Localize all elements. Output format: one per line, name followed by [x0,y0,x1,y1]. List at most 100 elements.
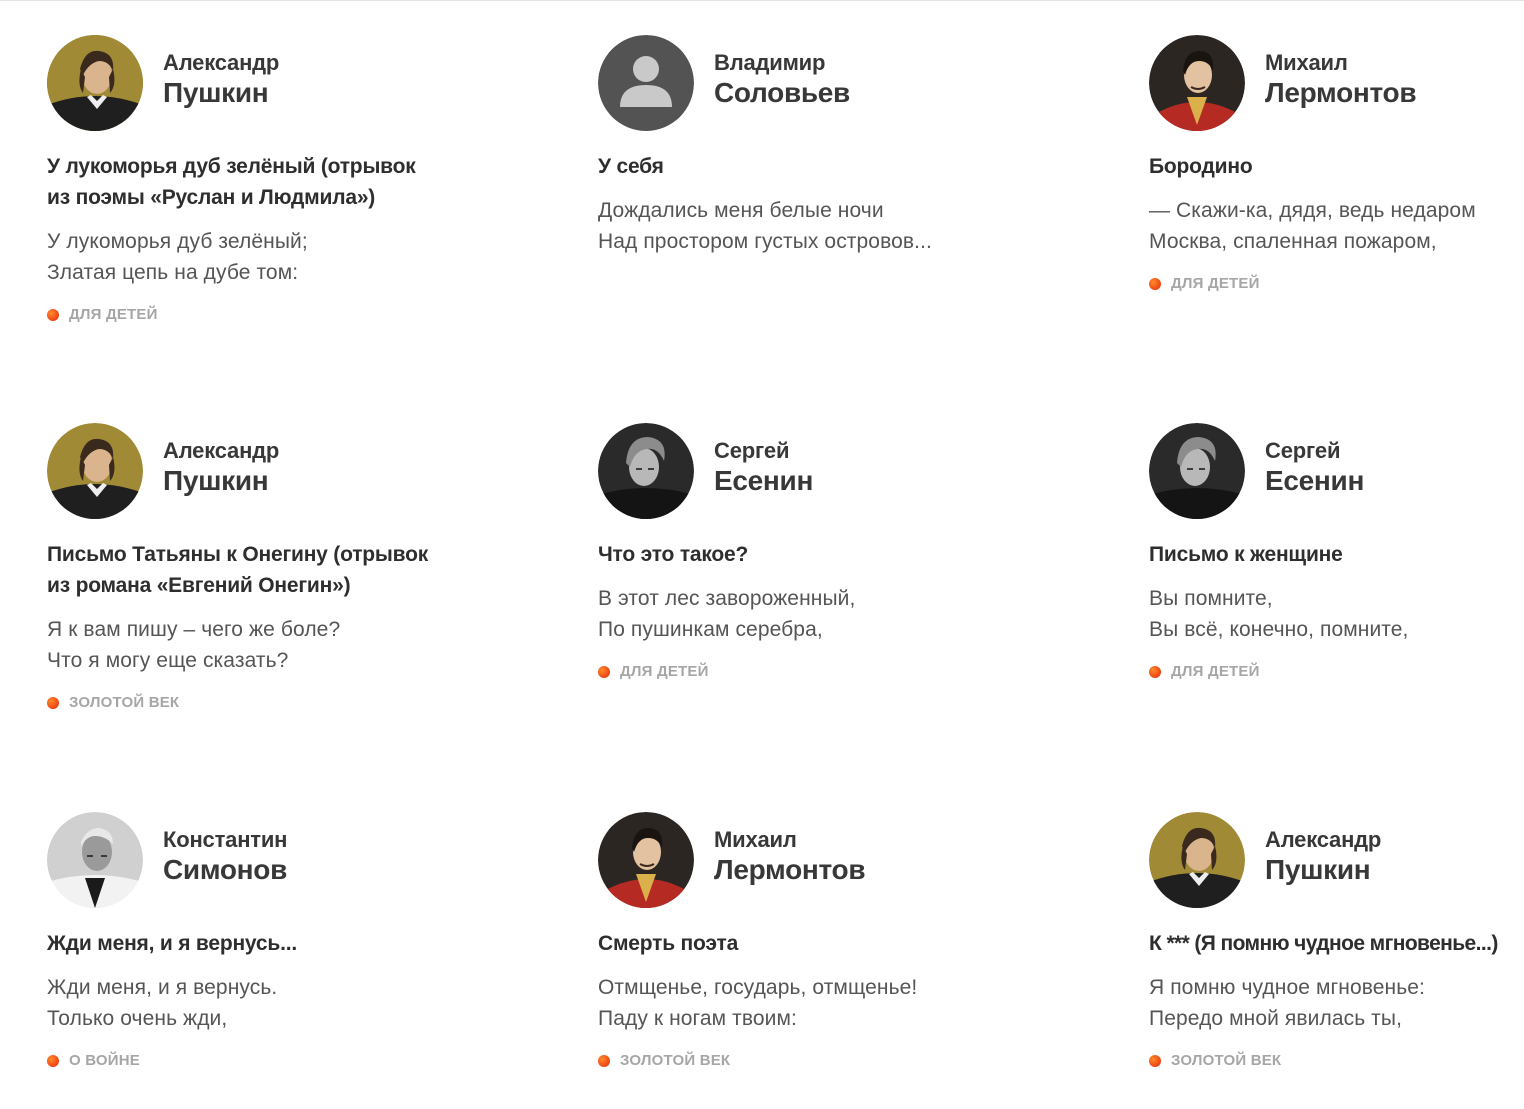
category-tag[interactable]: ДЛЯ ДЕТЕЙ [1149,275,1524,292]
author-first-name: Константин [163,827,288,852]
author-last-name: Соловьев [714,77,850,108]
poem-title[interactable]: Письмо Татьяны к Онегину (отрывок из ром… [47,539,447,601]
excerpt-line: Что я могу еще сказать? [47,649,289,672]
author-name[interactable]: Константин Симонов [163,827,287,887]
avatar-yesenin[interactable] [598,423,694,519]
poem-card: Сергей Есенин Что это такое? В этот лес … [598,423,998,680]
excerpt-line: Вы всё, конечно, помните, [1149,618,1409,641]
poem-title-line: Письмо Татьяны к Онегину (отрывок [47,543,429,566]
tag-label: ДЛЯ ДЕТЕЙ [1171,663,1260,680]
author-first-name: Сергей [1265,438,1341,463]
author-last-name: Симонов [163,854,288,885]
excerpt-line: — Скажи-ка, дядя, ведь недаром [1149,199,1476,222]
author-name[interactable]: Александр Пушкин [163,438,279,498]
poem-excerpt: В этот лес завороженный, По пушинкам сер… [598,583,998,645]
poem-title[interactable]: К *** (Я помню чудное мгновенье...) [1149,928,1521,959]
poem-title[interactable]: Что это такое? [598,539,998,570]
poem-card: Сергей Есенин Письмо к женщине Вы помнит… [1149,423,1524,680]
author-name[interactable]: Сергей Есенин [1265,438,1364,498]
poem-title[interactable]: Жди меня, и я вернусь... [47,928,447,959]
poem-card: Михаил Лермонтов Бородино — Скажи-ка, дя… [1149,35,1524,292]
avatar-pushkin[interactable] [47,423,143,519]
author-name[interactable]: Михаил Лермонтов [714,827,866,887]
card-header: Александр Пушкин [1149,812,1521,908]
author-last-name: Пушкин [163,77,269,108]
poem-title-line: из поэмы «Руслан и Людмила») [47,186,376,209]
author-last-name: Пушкин [163,465,269,496]
tag-label: ЗОЛОТОЙ ВЕК [69,694,180,711]
category-tag[interactable]: ДЛЯ ДЕТЕЙ [598,663,998,680]
excerpt-line: Передо мной явилась ты, [1149,1007,1403,1030]
excerpt-line: Москва, спаленная пожаром, [1149,230,1437,253]
avatar-pushkin[interactable] [47,35,143,131]
poem-title-line: У себя [598,155,664,178]
poem-card: Александр Пушкин Письмо Татьяны к Онегин… [47,423,447,711]
card-header: Константин Симонов [47,812,447,908]
poem-title-line: К *** (Я помню чудное мгновенье...) [1149,932,1498,955]
author-first-name: Александр [1265,827,1382,852]
poem-excerpt: Я к вам пишу – чего же боле? Что я могу … [47,614,447,676]
excerpt-line: Я к вам пишу – чего же боле? [47,618,341,641]
category-tag[interactable]: ЗОЛОТОЙ ВЕК [47,694,447,711]
tag-dot-icon [598,665,610,678]
poem-title-line: Письмо к женщине [1149,543,1343,566]
author-first-name: Михаил [1265,50,1348,75]
category-tag[interactable]: ЗОЛОТОЙ ВЕК [1149,1052,1521,1069]
tag-label: ДЛЯ ДЕТЕЙ [620,663,709,680]
tag-dot-icon [47,696,59,709]
poem-excerpt: Жди меня, и я вернусь. Только очень жди, [47,972,447,1034]
author-name[interactable]: Владимир Соловьев [714,50,850,110]
excerpt-line: В этот лес завороженный, [598,587,856,610]
poem-title[interactable]: Письмо к женщине [1149,539,1524,570]
avatar-pushkin[interactable] [1149,812,1245,908]
excerpt-line: Над простором густых островов... [598,230,932,253]
category-tag[interactable]: О ВОЙНЕ [47,1052,447,1069]
top-divider [0,0,1524,1]
author-name[interactable]: Сергей Есенин [714,438,813,498]
tag-label: ДЛЯ ДЕТЕЙ [1171,275,1260,292]
poem-excerpt: — Скажи-ка, дядя, ведь недаром Москва, с… [1149,195,1524,257]
author-name[interactable]: Михаил Лермонтов [1265,50,1417,110]
author-last-name: Лермонтов [1265,77,1417,108]
poem-card: Константин Симонов Жди меня, и я вернусь… [47,812,447,1069]
author-first-name: Александр [163,438,280,463]
avatar-yesenin[interactable] [1149,423,1245,519]
author-last-name: Лермонтов [714,854,866,885]
category-tag[interactable]: ДЛЯ ДЕТЕЙ [47,306,447,323]
tag-label: О ВОЙНЕ [69,1052,140,1069]
author-first-name: Владимир [714,50,826,75]
card-header: Сергей Есенин [1149,423,1524,519]
tag-dot-icon [598,1054,610,1067]
excerpt-line: Отмщенье, государь, отмщенье! [598,976,918,999]
poem-card: Александр Пушкин К *** (Я помню чудное м… [1149,812,1521,1069]
poem-title[interactable]: Смерть поэта [598,928,998,959]
excerpt-line: Дождались меня белые ночи [598,199,884,222]
poem-title-line: Смерть поэта [598,932,739,955]
tag-label: ЗОЛОТОЙ ВЕК [1171,1052,1282,1069]
poem-excerpt: Отмщенье, государь, отмщенье! Паду к ног… [598,972,998,1034]
card-header: Владимир Соловьев [598,35,998,131]
poem-title-line: Бородино [1149,155,1253,178]
author-name[interactable]: Александр Пушкин [1265,827,1381,887]
poem-title[interactable]: У себя [598,151,998,182]
avatar-simonov[interactable] [47,812,143,908]
category-tag[interactable]: ЗОЛОТОЙ ВЕК [598,1052,998,1069]
category-tag[interactable]: ДЛЯ ДЕТЕЙ [1149,663,1524,680]
poem-title[interactable]: У лукоморья дуб зелёный (отрывок из поэм… [47,151,447,213]
excerpt-line: Паду к ногам твоим: [598,1007,797,1030]
poem-excerpt: Вы помните, Вы всё, конечно, помните, [1149,583,1524,645]
avatar-lermontov[interactable] [1149,35,1245,131]
excerpt-line: Только очень жди, [47,1007,228,1030]
author-first-name: Сергей [714,438,790,463]
avatar-placeholder[interactable] [598,35,694,131]
tag-label: ДЛЯ ДЕТЕЙ [69,306,158,323]
author-last-name: Есенин [1265,465,1365,496]
poem-card: Александр Пушкин У лукоморья дуб зелёный… [47,35,447,323]
poem-title[interactable]: Бородино [1149,151,1524,182]
card-header: Сергей Есенин [598,423,998,519]
poem-excerpt: Я помню чудное мгновенье: Передо мной яв… [1149,972,1521,1034]
author-name[interactable]: Александр Пушкин [163,50,279,110]
avatar-lermontov[interactable] [598,812,694,908]
poem-card: Владимир Соловьев У себя Дождались меня … [598,35,998,257]
author-last-name: Есенин [714,465,814,496]
